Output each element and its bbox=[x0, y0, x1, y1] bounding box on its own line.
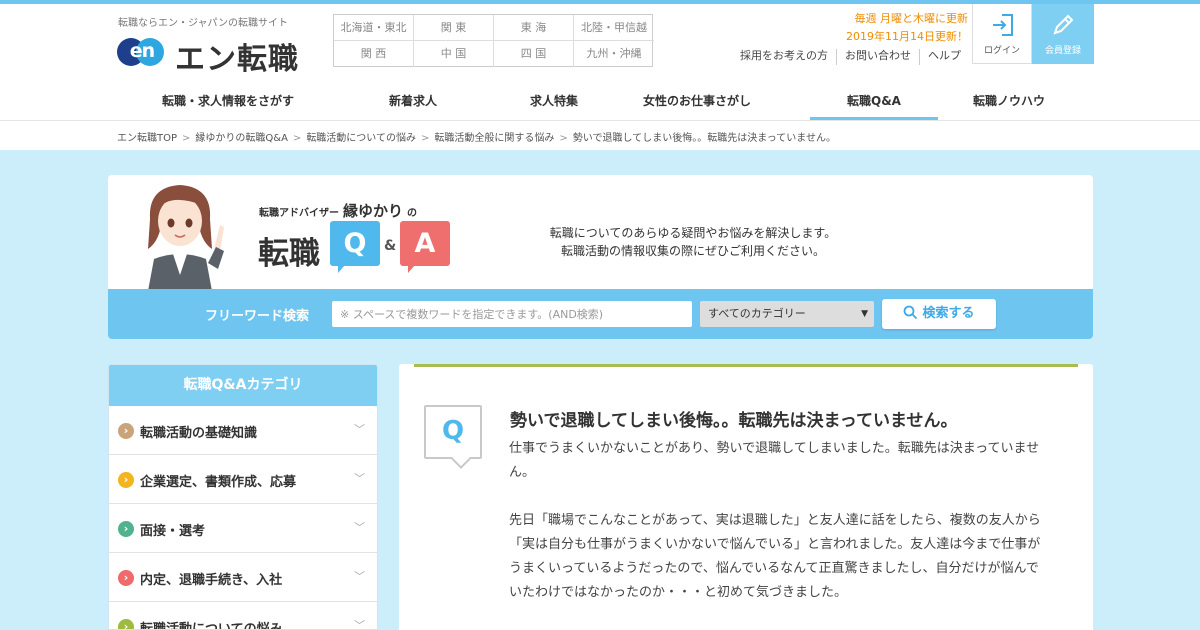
nav-knowhow[interactable]: 転職ノウハウ bbox=[938, 86, 1080, 120]
category-sidebar: 転職Q&Aカテゴリ › 転職活動の基礎知識 ﹀ › 企業選定、書類作成、応募 ﹀… bbox=[108, 364, 378, 630]
region-link[interactable]: 関 東 bbox=[414, 15, 494, 41]
breadcrumb-current: 勢いで退職してしまい後悔。。転職先は決まっていません。 bbox=[572, 133, 836, 144]
sidebar-title: 転職Q&Aカテゴリ bbox=[109, 365, 377, 406]
advisor-character-illustration bbox=[148, 185, 224, 291]
chevron-down-icon: ﹀ bbox=[354, 619, 365, 630]
login-icon bbox=[993, 14, 1013, 36]
hero-description: 転職についてのあらゆる疑問やお悩みを解決します。 転職活動の情報収集の際にぜひご… bbox=[549, 226, 837, 258]
search-icon bbox=[904, 305, 918, 320]
freeword-search-bar: フリーワード検索 すべてのカテゴリー ▼ 検索する bbox=[108, 289, 1093, 339]
chevron-right-icon: › bbox=[118, 619, 134, 629]
help-link[interactable]: ヘルプ bbox=[920, 49, 969, 65]
chevron-down-icon: ﹀ bbox=[354, 423, 365, 436]
logo-text: エン転職 bbox=[175, 42, 299, 77]
sidebar-item-worries[interactable]: › 転職活動についての悩み ﹀ bbox=[109, 602, 377, 630]
breadcrumb-link[interactable]: 転職活動全般に関する悩み bbox=[434, 133, 554, 144]
chevron-right-icon: › bbox=[118, 570, 134, 586]
sidebar-item-interview[interactable]: › 面接・選考 ﹀ bbox=[109, 504, 377, 553]
sidebar-item-label: 転職活動の基礎知識 bbox=[140, 426, 258, 441]
region-link[interactable]: 北海道・東北 bbox=[334, 15, 414, 41]
contact-link[interactable]: お問い合わせ bbox=[837, 49, 920, 65]
register-label: 会員登録 bbox=[1044, 46, 1081, 56]
chevron-down-icon: ﹀ bbox=[354, 521, 365, 534]
search-input[interactable] bbox=[332, 301, 692, 327]
region-link[interactable]: 四 国 bbox=[494, 41, 574, 67]
category-select[interactable]: すべてのカテゴリー ▼ bbox=[700, 301, 874, 327]
register-button[interactable]: 会員登録 bbox=[1032, 4, 1094, 64]
site-header: 転職ならエン・ジャパンの転職サイト en エン転職 北海道・東北 関 東 東 海… bbox=[0, 4, 1200, 120]
q-badge: Q bbox=[330, 221, 380, 273]
update-schedule: 毎週 月曜と木曜に更新 bbox=[854, 12, 969, 25]
nav-job-features[interactable]: 求人特集 bbox=[524, 86, 584, 120]
en-logo-icon: en bbox=[117, 38, 165, 66]
chevron-right-icon: › bbox=[118, 521, 134, 537]
region-link[interactable]: 中 国 bbox=[414, 41, 494, 67]
dropdown-arrow-icon: ▼ bbox=[861, 309, 868, 319]
update-date: 2019年11月14日更新！ bbox=[846, 30, 968, 43]
login-label: ログイン bbox=[983, 46, 1020, 56]
site-tagline: 転職ならエン・ジャパンの転職サイト bbox=[118, 18, 288, 29]
breadcrumb: エン転職TOP > 縁ゆかりの転職Q&A > 転職活動についての悩み > 転職活動全般に関す… bbox=[0, 121, 1200, 150]
question-badge: Q bbox=[424, 405, 482, 459]
nav-women-jobs[interactable]: 女性のお仕事さがし bbox=[584, 86, 810, 120]
site-logo[interactable]: en エン転職 bbox=[117, 34, 322, 77]
question-body: 仕事でうまくいかないことがあり、勢いで退職してしまいました。転職先は決まっていま… bbox=[509, 437, 1049, 629]
region-link[interactable]: 九州・沖縄 bbox=[574, 41, 654, 67]
chevron-down-icon: ﹀ bbox=[354, 570, 365, 583]
region-link[interactable]: 北陸・甲信越 bbox=[574, 15, 654, 41]
advisor-label: 転職アドバイザー 縁ゆかりの bbox=[259, 202, 418, 220]
qa-title: 転職 bbox=[258, 236, 320, 272]
header-sublinks: 採用をお考えの方 お問い合わせ ヘルプ bbox=[732, 49, 969, 65]
amp-mark: & bbox=[384, 238, 397, 254]
nav-new-jobs[interactable]: 新着求人 bbox=[328, 86, 498, 120]
region-link[interactable]: 東 海 bbox=[494, 15, 574, 41]
pencil-icon bbox=[1053, 14, 1074, 35]
question-paragraph: 先日「職場でこんなことがあって、実は退職した」と友人達に話をしたら、複数の友人か… bbox=[509, 513, 1041, 600]
breadcrumb-link[interactable]: 縁ゆかりの転職Q&A bbox=[195, 133, 288, 144]
recruiter-link[interactable]: 採用をお考えの方 bbox=[732, 49, 837, 65]
region-link[interactable]: 関 西 bbox=[334, 41, 414, 67]
search-label: フリーワード検索 bbox=[205, 309, 310, 324]
login-button[interactable]: ログイン bbox=[972, 4, 1032, 64]
breadcrumb-link[interactable]: 転職活動についての悩み bbox=[306, 133, 416, 144]
qa-hero-banner: 転職アドバイザー 縁ゆかりの 転職 Q & A 転職についてのあらゆる疑問やお悩み… bbox=[108, 175, 1093, 339]
global-nav: 転職・求人情報をさがす 新着求人 求人特集 女性のお仕事さがし 転職Q&A 転職… bbox=[128, 86, 1080, 124]
a-badge: A bbox=[400, 221, 450, 273]
sidebar-item-application[interactable]: › 企業選定、書類作成、応募 ﹀ bbox=[109, 455, 377, 504]
nav-job-search[interactable]: 転職・求人情報をさがす bbox=[128, 86, 328, 120]
sidebar-item-basics[interactable]: › 転職活動の基礎知識 ﹀ bbox=[109, 406, 377, 455]
sidebar-item-label: 企業選定、書類作成、応募 bbox=[140, 475, 297, 490]
sidebar-item-label: 面接・選考 bbox=[140, 524, 206, 539]
chevron-down-icon: ﹀ bbox=[354, 472, 365, 485]
breadcrumb-link[interactable]: エン転職TOP bbox=[117, 133, 177, 144]
advisor-name: 縁ゆかり bbox=[343, 202, 404, 220]
region-links: 北海道・東北 関 東 東 海 北陸・甲信越 関 西 中 国 四 国 九州・沖縄 bbox=[333, 14, 654, 67]
sidebar-item-offer[interactable]: › 内定、退職手続き、入社 ﹀ bbox=[109, 553, 377, 602]
question-content: Q 勢いで退職してしまい後悔。。転職先は決まっていません。 仕事でうまくいかない… bbox=[399, 364, 1093, 630]
chevron-right-icon: › bbox=[118, 423, 134, 439]
question-title: 勢いで退職してしまい後悔。。転職先は決まっていません。 bbox=[510, 411, 958, 431]
search-button[interactable]: 検索する bbox=[882, 299, 996, 329]
sidebar-item-label: 転職活動についての悩み bbox=[140, 622, 283, 630]
category-accent-line bbox=[414, 364, 1078, 367]
nav-qa[interactable]: 転職Q&A bbox=[810, 86, 938, 120]
question-paragraph: 仕事でうまくいかないことがあり、勢いで退職してしまいました。転職先は決まっていま… bbox=[509, 441, 1040, 480]
sidebar-item-label: 内定、退職手続き、入社 bbox=[140, 573, 283, 588]
chevron-right-icon: › bbox=[118, 472, 134, 488]
